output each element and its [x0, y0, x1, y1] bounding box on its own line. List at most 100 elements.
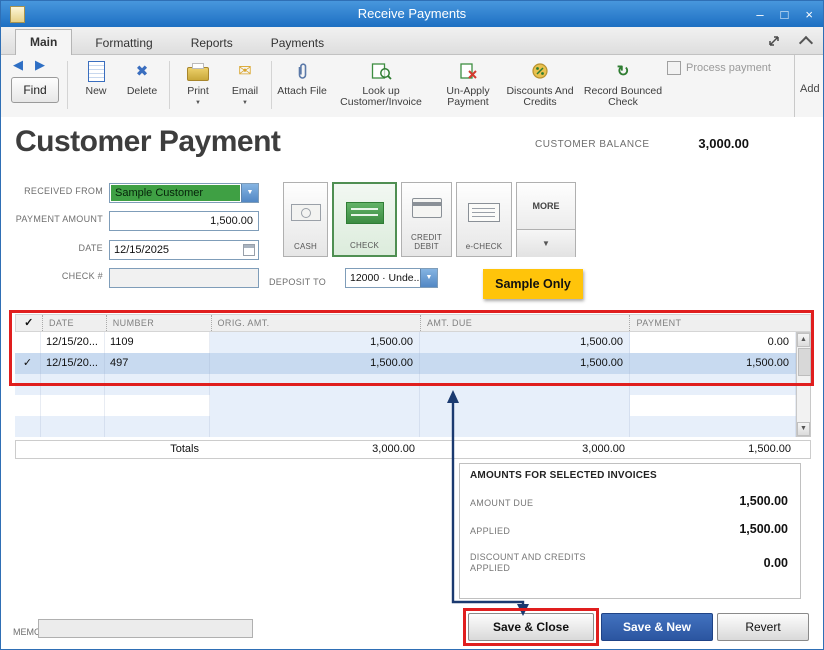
discounts-credits-button[interactable]: Discounts And Credits: [501, 59, 579, 108]
calendar-icon[interactable]: [243, 244, 255, 256]
deposit-to-combo[interactable]: 12000 · Unde... ▼: [345, 268, 438, 288]
maximize-button[interactable]: □: [781, 7, 789, 22]
tab-payments[interactable]: Payments: [256, 31, 339, 54]
table-row-selected[interactable]: ✓ 12/15/20... 497 1,500.00 1,500.00 1,50…: [15, 353, 811, 374]
received-from-label: RECEIVED FROM: [24, 186, 103, 196]
payment-method-echeck-button[interactable]: e-CHECK: [456, 182, 512, 257]
discount-credits-value: 0.00: [763, 556, 788, 570]
check-icon: [345, 201, 384, 224]
check-number-label: CHECK #: [61, 271, 103, 281]
row-date-cell[interactable]: 12/15/20...: [41, 353, 105, 374]
unapply-payment-button[interactable]: Un-Apply Payment: [437, 59, 499, 108]
printer-icon: [187, 63, 209, 81]
tab-formatting[interactable]: Formatting: [80, 31, 167, 54]
column-header-orig-amt: ORIG. AMT.: [210, 315, 420, 331]
expand-window-icon[interactable]: [767, 34, 781, 48]
echeck-icon: [468, 203, 500, 222]
chevron-down-icon[interactable]: ▼: [241, 184, 258, 202]
row-orig-amt-cell[interactable]: 1,500.00: [210, 353, 420, 374]
table-body: 12/15/20... 1109 1,500.00 1,500.00 0.00 …: [15, 332, 811, 437]
back-icon[interactable]: ◀: [13, 57, 23, 73]
row-number-cell[interactable]: 497: [105, 353, 210, 374]
tab-reports[interactable]: Reports: [176, 31, 248, 54]
revert-button[interactable]: Revert: [717, 613, 809, 641]
print-button[interactable]: Print ▼: [175, 59, 221, 109]
scrollbar-thumb[interactable]: [798, 348, 811, 376]
tab-main[interactable]: Main: [15, 29, 73, 55]
unapply-x-icon: [459, 62, 477, 79]
print-dropdown-icon[interactable]: ▼: [195, 98, 201, 109]
customer-balance-value: 3,000.00: [698, 136, 749, 151]
payment-method-check-button[interactable]: CHECK: [332, 182, 397, 257]
process-payment-checkbox[interactable]: [667, 61, 681, 75]
payment-method-credit-debit-button[interactable]: CREDIT DEBIT: [401, 182, 452, 257]
memo-input[interactable]: [38, 619, 253, 638]
table-scrollbar[interactable]: ▲ ▼: [796, 332, 811, 437]
row-payment-cell[interactable]: 0.00: [630, 332, 796, 353]
email-button[interactable]: ✉ Email ▼: [223, 59, 267, 109]
record-bounced-check-button[interactable]: ↻ Record Bounced Check: [583, 59, 663, 108]
toolbar-separator: [271, 61, 272, 109]
email-dropdown-icon[interactable]: ▼: [242, 98, 248, 109]
table-row-empty[interactable]: [15, 374, 811, 395]
row-date-cell[interactable]: 12/15/20...: [41, 332, 105, 353]
payment-method-more-button[interactable]: MORE ▼: [516, 182, 576, 257]
lookup-customer-invoice-button[interactable]: Look up Customer/Invoice: [335, 59, 427, 108]
date-value: 12/15/2025: [114, 244, 170, 256]
table-row-empty[interactable]: [15, 416, 811, 437]
column-header-date: DATE: [41, 315, 106, 331]
magnifier-invoice-icon: [371, 62, 392, 80]
forward-icon[interactable]: ▶: [35, 57, 45, 73]
minimize-button[interactable]: –: [756, 7, 763, 22]
column-header-number: NUMBER: [105, 315, 211, 331]
more-dropdown-icon[interactable]: ▼: [517, 229, 575, 257]
paperclip-icon: [298, 62, 307, 79]
payment-amount-input[interactable]: 1,500.00: [109, 211, 259, 231]
check-number-input[interactable]: [109, 268, 259, 288]
discount-credits-label: DISCOUNT AND CREDITS APPLIED: [470, 552, 586, 573]
save-new-button[interactable]: Save & New: [601, 613, 713, 641]
credit-card-icon: [411, 198, 442, 218]
row-orig-amt-cell[interactable]: 1,500.00: [210, 332, 420, 353]
memo-label: MEMO: [13, 627, 41, 637]
row-amt-due-cell[interactable]: 1,500.00: [420, 332, 630, 353]
applied-value: 1,500.00: [739, 522, 788, 536]
table-row-empty[interactable]: [15, 395, 811, 416]
delete-x-icon: ✖: [135, 62, 149, 80]
customer-balance-label: CUSTOMER BALANCE: [535, 139, 650, 150]
scroll-up-icon[interactable]: ▲: [797, 333, 810, 347]
page-title: Customer Payment: [15, 125, 281, 158]
delete-button[interactable]: ✖ Delete: [119, 59, 165, 97]
scroll-down-icon[interactable]: ▼: [797, 422, 810, 436]
received-from-value: Sample Customer: [111, 185, 240, 201]
row-amt-due-cell[interactable]: 1,500.00: [420, 353, 630, 374]
date-input[interactable]: 12/15/2025: [109, 240, 259, 260]
table-row[interactable]: 12/15/20... 1109 1,500.00 1,500.00 0.00: [15, 332, 811, 353]
close-button[interactable]: ×: [805, 7, 813, 22]
amount-due-label: AMOUNT DUE: [470, 498, 534, 508]
envelope-icon: ✉: [238, 62, 252, 80]
cash-icon: [290, 204, 321, 221]
summary-title: AMOUNTS FOR SELECTED INVOICES: [470, 470, 657, 481]
payment-amount-value: 1,500.00: [210, 215, 253, 227]
attach-file-button[interactable]: Attach File: [277, 59, 327, 97]
new-document-icon: [87, 60, 105, 82]
payment-method-cash-button[interactable]: CASH: [283, 182, 328, 257]
applied-label: APPLIED: [470, 526, 511, 536]
save-close-button[interactable]: Save & Close: [468, 613, 594, 641]
row-checkmark-cell[interactable]: ✓: [15, 353, 41, 374]
totals-row: Totals 3,000.00 3,000.00 1,500.00: [15, 440, 811, 459]
collapse-ribbon-icon[interactable]: [798, 35, 814, 51]
chevron-down-icon[interactable]: ▼: [420, 269, 437, 287]
add-panel-label[interactable]: Add: [800, 83, 820, 95]
find-button[interactable]: Find: [11, 77, 59, 103]
deposit-to-label: DEPOSIT TO: [269, 277, 327, 287]
received-from-combo[interactable]: Sample Customer ▼: [109, 183, 259, 203]
row-checkmark-cell[interactable]: [15, 332, 41, 353]
row-number-cell[interactable]: 1109: [105, 332, 210, 353]
toolbar: ◀ ▶ Find New ✖ Delete Print ▼ ✉ Email ▼: [1, 55, 823, 118]
totals-amt-due: 3,000.00: [582, 443, 625, 455]
new-button[interactable]: New: [75, 59, 117, 97]
ribbon-tabbar: Main Formatting Reports Payments: [1, 27, 823, 55]
row-payment-cell[interactable]: 1,500.00: [630, 353, 796, 374]
